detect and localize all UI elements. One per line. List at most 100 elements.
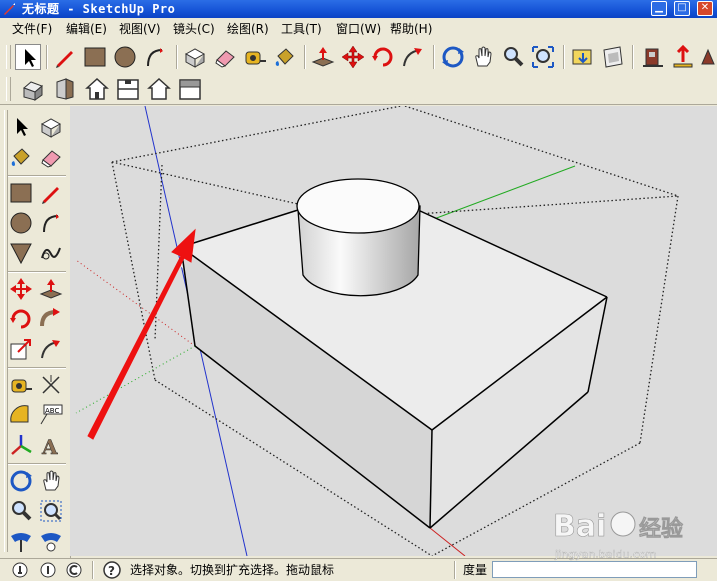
close-button[interactable]: ✕ [697,1,713,16]
drawing-viewport[interactable] [70,106,717,556]
baidu-watermark: Bai 经验 jingyan.baidu.com [553,509,683,561]
look-around-icon [41,533,61,552]
component-icon [184,48,206,68]
rotate-icon [372,47,393,67]
left-select-button[interactable] [8,114,34,140]
make-component-button[interactable] [182,44,208,70]
watermark-brand-cn: 经验 [639,516,683,542]
paint-bucket-button[interactable] [272,44,298,70]
zoom-extents-button[interactable] [530,44,556,70]
left-zoom-button[interactable] [8,498,34,524]
menu-bar: 文件(F) 编辑(E) 视图(V) 镜头(C) 绘图(R) 工具(T) 窗口(W… [0,18,717,40]
left-follow-me-button[interactable] [38,306,64,332]
left-move-button[interactable] [8,276,34,302]
rotate-tool-button[interactable] [370,44,396,70]
svg-text:A: A [41,435,58,458]
left-pan-button[interactable] [38,468,64,494]
select-tool-button[interactable] [15,44,41,70]
left-polygon-button[interactable] [8,240,34,266]
share-model-icon [673,44,693,68]
move-icon [341,45,365,69]
iso-view-button[interactable] [20,76,46,102]
tape-measure-button[interactable] [242,44,268,70]
left-scale-button[interactable] [8,336,34,362]
left-eraser-button[interactable] [38,144,64,170]
magnifier-icon [504,47,524,67]
get-models-button[interactable] [640,44,666,70]
3d-text-icon: A [41,435,59,458]
left-freehand-button[interactable] [38,240,64,266]
position-camera-icon [11,533,31,552]
help-icon[interactable]: ? [102,561,122,579]
left-rectangle-button[interactable] [8,180,34,206]
left-circle-button[interactable] [8,210,34,236]
extra-tool-button[interactable] [698,44,717,70]
left-orbit-button[interactable] [8,468,34,494]
left-make-component-button[interactable] [38,114,64,140]
left-rotate-button[interactable] [8,306,34,332]
section-plane-button[interactable] [600,44,626,70]
move-tool-button[interactable] [340,44,366,70]
orbit-tool-button[interactable] [440,44,466,70]
zoom-tool-button[interactable] [500,44,526,70]
toolbar-grip[interactable] [6,45,11,69]
left-position-camera-button[interactable] [8,528,34,554]
eraser-tool-button[interactable] [212,44,238,70]
left-protractor-button[interactable] [8,402,34,428]
orbit-icon [10,470,32,492]
cylinder-top [296,178,420,234]
arc-tool-button[interactable] [142,44,168,70]
left-zoom-window-button[interactable] [38,498,64,524]
previous-view-button[interactable] [570,44,596,70]
left-look-around-button[interactable] [38,528,64,554]
left-arc-button[interactable] [38,210,64,236]
title-bar: 无标题 - SketchUp Pro ▁ □ ✕ [0,0,717,18]
credits-icon[interactable] [38,561,58,579]
menu-camera[interactable]: 镜头(C) [173,18,215,40]
axes-icon [11,435,32,455]
dimension-icon [42,375,60,394]
pencil-icon [56,51,73,68]
top-view-button[interactable] [84,76,110,102]
window-title: 无标题 - SketchUp Pro [22,2,176,16]
circle-icon [10,212,32,234]
left-view-icon [117,79,139,100]
left-paint-bucket-button[interactable] [8,144,34,170]
license-icon[interactable] [64,561,84,579]
svg-text:?: ? [108,564,115,578]
menu-window[interactable]: 窗口(W) [336,18,381,40]
menu-view[interactable]: 视图(V) [119,18,161,40]
warehouse-icon [643,48,663,67]
left-view-button[interactable] [115,76,141,102]
geo-location-icon[interactable] [10,561,30,579]
left-text-button[interactable]: ABC [38,402,64,428]
left-push-pull-button[interactable] [38,276,64,302]
left-tape-measure-button[interactable] [8,372,34,398]
pan-tool-button[interactable] [470,44,496,70]
menu-help[interactable]: 帮助(H) [390,18,432,40]
front-view-button[interactable] [52,76,78,102]
left-dimension-button[interactable] [38,372,64,398]
left-3d-text-button[interactable]: A [38,432,64,458]
menu-tools[interactable]: 工具(T) [281,18,322,40]
right-view-button[interactable] [177,76,203,102]
follow-me-button[interactable] [400,44,426,70]
left-line-button[interactable] [38,180,64,206]
menu-draw[interactable]: 绘图(R) [227,18,269,40]
circle-tool-button[interactable] [112,44,138,70]
left-axes-button[interactable] [8,432,34,458]
menu-file[interactable]: 文件(F) [12,18,52,40]
back-view-button[interactable] [146,76,172,102]
push-pull-button[interactable] [310,44,336,70]
toolbar-grip[interactable] [6,77,11,101]
minimize-button[interactable]: ▁ [651,1,667,16]
offset-icon [41,340,60,359]
left-offset-button[interactable] [38,336,64,362]
pencil-tool-button[interactable] [52,44,78,70]
arrow-cursor-icon [17,118,28,136]
paint-bucket-icon [11,148,30,166]
rectangle-tool-button[interactable] [82,44,108,70]
share-model-button[interactable] [670,44,696,70]
maximize-button[interactable]: □ [674,1,690,16]
menu-edit[interactable]: 编辑(E) [66,18,107,40]
